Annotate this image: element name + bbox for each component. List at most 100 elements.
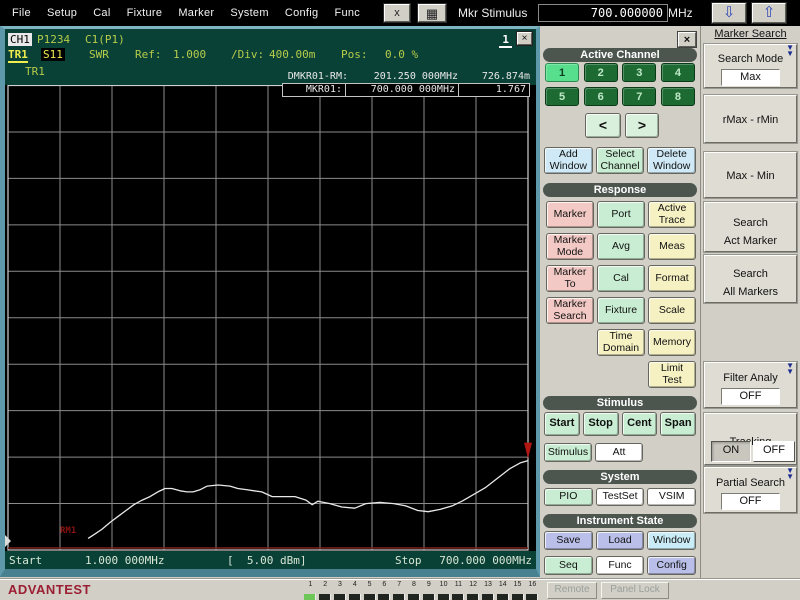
response-button-memory[interactable]: Memory: [648, 329, 696, 356]
response-button-marker[interactable]: Marker: [546, 201, 594, 228]
led-lamp-icon: [497, 594, 509, 600]
channel-button-5[interactable]: 5: [545, 87, 579, 106]
response-button-marker-search[interactable]: Marker Search: [546, 297, 594, 324]
cal-state-label: C1(P1): [85, 33, 125, 46]
menu-item-setup[interactable]: Setup: [39, 7, 85, 19]
analyzer-screen: FileSetupCalFixtureMarkerSystemConfigFun…: [0, 0, 800, 600]
led-lamp-icon: [452, 594, 464, 600]
menu-item-system[interactable]: System: [222, 7, 276, 19]
instrument-state-row2: SeqFuncConfig: [544, 556, 696, 575]
led-number-14: 14: [495, 580, 510, 589]
trace-window-close-icon[interactable]: ×: [517, 32, 532, 45]
max-min-softkey[interactable]: Max - Min: [704, 152, 797, 198]
response-button-cal[interactable]: Cal: [597, 265, 645, 292]
stimulus-button-stop[interactable]: Stop: [583, 412, 619, 436]
response-button-meas[interactable]: Meas: [648, 233, 696, 260]
rmax-rmin-softkey[interactable]: rMax - rMin: [704, 95, 797, 143]
tracking-off-button[interactable]: OFF: [753, 441, 795, 462]
led-number-4: 4: [347, 580, 362, 589]
channel-button-2[interactable]: 2: [584, 63, 618, 82]
calculator-icon[interactable]: ▦: [418, 4, 446, 22]
led-lamp-icon: [438, 594, 450, 600]
menu-item-config[interactable]: Config: [277, 7, 327, 19]
response-button-limit-test[interactable]: Limit Test: [648, 361, 696, 388]
response-button-scale[interactable]: Scale: [648, 297, 696, 324]
menu-item-fixture[interactable]: Fixture: [119, 7, 171, 19]
window-button-add-window[interactable]: Add Window: [544, 147, 593, 174]
led-indicator-6: 6: [377, 580, 392, 600]
instrument-button-func[interactable]: Func: [596, 556, 645, 575]
channel-button-1[interactable]: 1: [545, 63, 579, 82]
channel-button-4[interactable]: 4: [661, 63, 695, 82]
search-mode-softkey[interactable]: ▼▼ Search Mode Max: [704, 44, 797, 88]
s-parameter-label: S11: [41, 48, 65, 61]
mkr-stimulus-field[interactable]: [538, 4, 668, 22]
tracking-softkey[interactable]: Tracking ON OFF: [704, 413, 797, 465]
menu-item-cal[interactable]: Cal: [85, 7, 118, 19]
marker1-value: 1.767: [458, 83, 530, 97]
stimulus-button-att[interactable]: Att: [595, 443, 643, 462]
channel-button-7[interactable]: 7: [622, 87, 656, 106]
response-button-time-domain[interactable]: Time Domain: [597, 329, 645, 356]
menu-item-func[interactable]: Func: [326, 7, 368, 19]
response-button-marker-to[interactable]: Marker To: [546, 265, 594, 292]
response-button-port[interactable]: Port: [597, 201, 645, 228]
search-all-line2: All Markers: [711, 286, 790, 298]
format-label: SWR: [89, 48, 109, 61]
stimulus-header: Stimulus: [543, 396, 697, 410]
instrument-button-config[interactable]: Config: [647, 556, 696, 575]
softkey-menu-title: Marker Search: [701, 28, 800, 40]
filter-analy-softkey[interactable]: ▼▼ Filter Analy OFF: [704, 362, 797, 408]
prev-channel-button[interactable]: <: [585, 113, 621, 138]
next-channel-button[interactable]: >: [625, 113, 659, 138]
search-act-marker-softkey[interactable]: Search Act Marker: [704, 202, 797, 252]
response-button-format[interactable]: Format: [648, 265, 696, 292]
menu-item-file[interactable]: File: [4, 7, 39, 19]
stimulus-button-start[interactable]: Start: [544, 412, 580, 436]
system-button-testset[interactable]: TestSet: [596, 488, 645, 506]
power-level: [ 5.00 dBm]: [227, 554, 306, 567]
channel-button-8[interactable]: 8: [661, 87, 695, 106]
search-all-markers-softkey[interactable]: Search All Markers: [704, 255, 797, 303]
response-button-fixture[interactable]: Fixture: [597, 297, 645, 324]
search-mode-value: Max: [721, 69, 780, 86]
window-button-select-channel[interactable]: Select Channel: [596, 147, 645, 174]
x-entry-button[interactable]: x: [384, 4, 410, 22]
system-button-vsim[interactable]: VSIM: [647, 488, 696, 506]
led-strip: 12345678910111213141516: [303, 580, 540, 600]
led-lamp-icon: [349, 594, 361, 600]
led-number-11: 11: [451, 580, 466, 589]
panel-close-icon[interactable]: ×: [678, 32, 696, 47]
pos-label: Pos:: [341, 48, 368, 61]
trace-name-label-2: TR1: [25, 65, 45, 78]
step-up-arrow-icon[interactable]: ⇧: [752, 3, 786, 23]
response-button-active-trace[interactable]: Active Trace: [648, 201, 696, 228]
ref-label: Ref:: [135, 48, 162, 61]
system-header: System: [543, 470, 697, 484]
instrument-button-window[interactable]: Window: [647, 531, 696, 550]
response-button-avg[interactable]: Avg: [597, 233, 645, 260]
stimulus-button-stimulus[interactable]: Stimulus: [544, 443, 592, 462]
step-down-arrow-icon[interactable]: ⇩: [712, 3, 746, 23]
display-window: CH1 P1234 C1(P1) 1 × TR1 S11 SWR Ref: 1.…: [0, 26, 540, 577]
stimulus-button-cent[interactable]: Cent: [622, 412, 658, 436]
window-button-delete-window[interactable]: Delete Window: [647, 147, 696, 174]
partial-search-softkey[interactable]: ▼▼ Partial Search OFF: [704, 467, 797, 513]
instrument-button-load[interactable]: Load: [596, 531, 645, 550]
led-number-6: 6: [377, 580, 392, 589]
instrument-button-seq[interactable]: Seq: [544, 556, 593, 575]
channel-button-6[interactable]: 6: [584, 87, 618, 106]
dropdown-arrows-icon: ▼▼: [786, 468, 794, 479]
window-number-label[interactable]: 1: [499, 33, 512, 48]
tracking-on-button[interactable]: ON: [711, 441, 751, 462]
stimulus-button-span[interactable]: Span: [660, 412, 696, 436]
channel-button-3[interactable]: 3: [622, 63, 656, 82]
instrument-button-save[interactable]: Save: [544, 531, 593, 550]
menu-item-marker[interactable]: Marker: [170, 7, 222, 19]
system-button-pio[interactable]: PIO: [544, 488, 593, 506]
mhz-unit-label: MHz: [668, 6, 693, 20]
response-button-marker-mode[interactable]: Marker Mode: [546, 233, 594, 260]
start-value: 1.000 000MHz: [85, 554, 164, 567]
led-lamp-icon: [423, 594, 435, 600]
search-mode-label: Search Mode: [711, 53, 790, 65]
